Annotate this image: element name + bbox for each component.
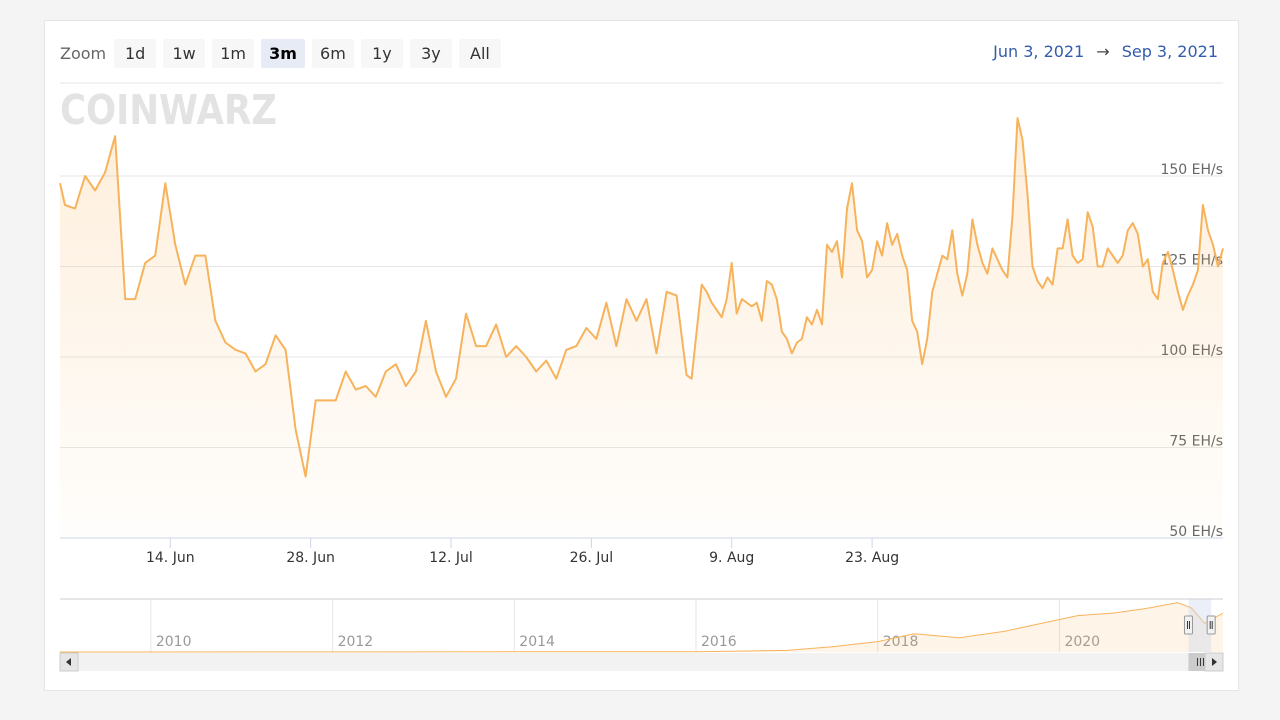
x-tick-label: 14. Jun xyxy=(146,550,195,566)
navigator-tick-label: 2014 xyxy=(519,634,555,650)
y-tick-label: 150 EH/s xyxy=(1160,162,1223,178)
scroll-right-button[interactable] xyxy=(1204,652,1224,672)
x-tick-label: 23. Aug xyxy=(845,550,899,566)
scrollbar-thumb[interactable] xyxy=(1188,653,1205,671)
x-tick-label: 26. Jul xyxy=(570,550,614,566)
navigator-tick-label: 2012 xyxy=(338,634,374,650)
scrollbar-track[interactable] xyxy=(60,653,1223,671)
navigator-tick-label: 2016 xyxy=(701,634,737,650)
chart-container: Zoom 1d 1w 1m 3m 6m 1y 3y All Jun 3, 202… xyxy=(44,20,1239,691)
x-tick-label: 9. Aug xyxy=(709,550,754,566)
watermark-logo: COINWARZ xyxy=(60,86,277,134)
navigator-handle-left[interactable] xyxy=(1183,615,1193,635)
navigator-handle-right[interactable] xyxy=(1206,615,1216,635)
navigator[interactable]: 2010 2012 2014 2016 2018 2020 xyxy=(59,598,1224,672)
hashrate-chart: COINWARZ 50 EH/s75 EH/s100 EH/s125 EH/s1… xyxy=(59,82,1224,672)
x-tick-label: 28. Jun xyxy=(286,550,335,566)
scroll-left-button[interactable] xyxy=(59,652,79,672)
x-tick-label: 12. Jul xyxy=(429,550,473,566)
series-area xyxy=(60,118,1223,538)
navigator-area xyxy=(60,602,1223,652)
navigator-tick-label: 2010 xyxy=(156,634,192,650)
x-axis-ticks: 14. Jun 28. Jun 12. Jul 26. Jul 9. Aug 23. Au… xyxy=(146,538,899,566)
